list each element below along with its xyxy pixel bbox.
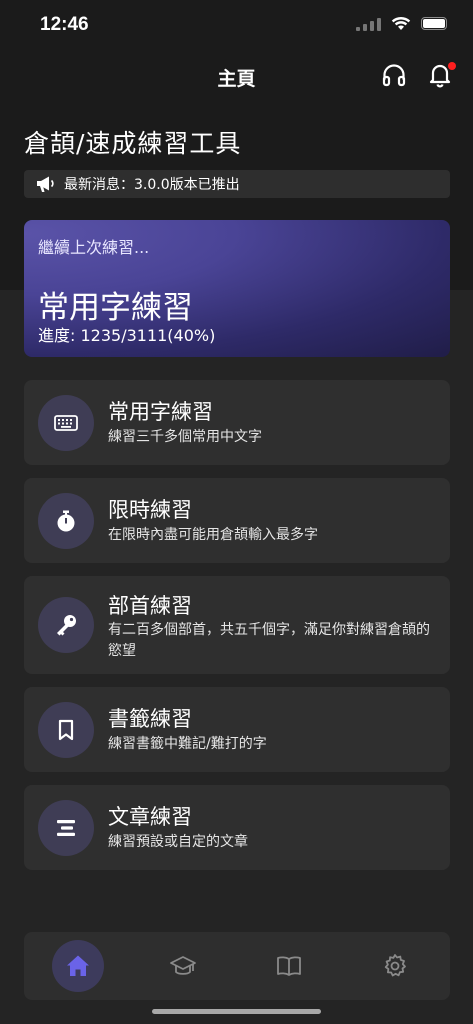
continue-label: 繼續上次練習... — [38, 238, 150, 257]
headphones-icon — [382, 64, 406, 87]
notification-dot — [448, 62, 456, 70]
wifi-icon — [391, 16, 411, 30]
card-title: 限時練習 — [108, 498, 192, 522]
tab-settings[interactable] — [369, 940, 421, 992]
gear-icon — [384, 954, 406, 977]
top-header: 主頁 — [0, 54, 473, 98]
app-title: 倉頡/速成練習工具 — [24, 129, 242, 158]
practice-card-bookmarks[interactable]: 書籤練習 練習書籤中難記/難打的字 — [24, 687, 450, 772]
bookmark-icon — [58, 719, 74, 741]
continue-title: 常用字練習 — [38, 290, 193, 326]
home-icon — [67, 955, 89, 976]
tab-dictionary[interactable] — [263, 940, 315, 992]
megaphone-icon — [37, 176, 54, 192]
card-title: 部首練習 — [108, 594, 192, 618]
news-banner[interactable]: 最新消息：3.0.0版本已推出 — [24, 170, 450, 198]
battery-icon — [421, 17, 447, 30]
card-icon-wrap — [38, 800, 94, 856]
book-icon — [277, 956, 301, 976]
headphones-button[interactable] — [381, 62, 411, 92]
practice-card-articles[interactable]: 文章練習 練習預設或自定的文章 — [24, 785, 450, 870]
home-indicator — [152, 1009, 321, 1014]
cellular-signal-icon — [356, 17, 381, 31]
card-title: 書籤練習 — [108, 707, 192, 731]
card-description: 在限時內盡可能用倉頡輸入最多字 — [108, 527, 318, 543]
card-icon-wrap — [38, 395, 94, 451]
status-bar: 12:46 — [0, 0, 473, 54]
graduation-cap-icon — [170, 956, 196, 975]
continue-progress: 進度: 1235/3111(40%) — [38, 326, 216, 345]
card-description: 練習預設或自定的文章 — [108, 834, 248, 850]
status-icons — [356, 16, 447, 31]
tab-learn[interactable] — [157, 940, 209, 992]
card-description: 有二百多個部首，共五千個字，滿足你對練習倉頡的慾望 — [108, 622, 430, 659]
card-icon-wrap — [38, 597, 94, 653]
news-text: 最新消息：3.0.0版本已推出 — [64, 177, 240, 193]
stopwatch-icon — [57, 510, 75, 532]
key-icon — [57, 615, 76, 636]
card-description: 練習三千多個常用中文字 — [108, 429, 262, 445]
tab-home[interactable] — [52, 940, 104, 992]
practice-card-timed[interactable]: 限時練習 在限時內盡可能用倉頡輸入最多字 — [24, 478, 450, 563]
bottom-tab-bar — [24, 932, 450, 1000]
practice-card-radicals[interactable]: 部首練習 有二百多個部首，共五千個字，滿足你對練習倉頡的慾望 — [24, 576, 450, 674]
card-icon-wrap — [38, 493, 94, 549]
status-time: 12:46 — [40, 14, 89, 35]
keyboard-icon — [54, 415, 78, 431]
notifications-button[interactable] — [427, 62, 457, 92]
text-lines-icon — [57, 820, 75, 836]
card-description: 練習書籤中難記/難打的字 — [108, 736, 267, 752]
card-title: 文章練習 — [108, 805, 192, 829]
card-icon-wrap — [38, 702, 94, 758]
card-title: 常用字練習 — [108, 400, 213, 424]
practice-card-common-chars[interactable]: 常用字練習 練習三千多個常用中文字 — [24, 380, 450, 465]
continue-practice-card[interactable]: 繼續上次練習... 常用字練習 進度: 1235/3111(40%) — [24, 220, 450, 357]
